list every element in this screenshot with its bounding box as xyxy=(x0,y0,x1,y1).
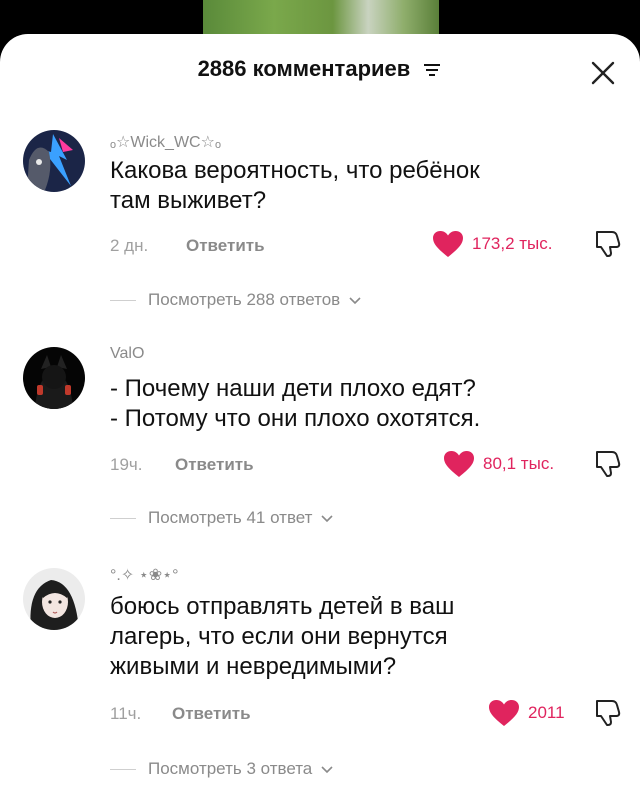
filter-icon[interactable] xyxy=(422,62,442,78)
reply-button[interactable]: Ответить xyxy=(175,455,254,475)
comment-text-line: там выживет? xyxy=(110,187,267,214)
dislike-icon[interactable] xyxy=(592,228,622,258)
comment-text-line: лагерь, что если они вернутся xyxy=(110,623,448,650)
comment-meta: 11ч. Ответить xyxy=(110,704,251,724)
like-button[interactable]: 2011 xyxy=(488,698,565,728)
view-replies-link[interactable]: Посмотреть 288 ответов xyxy=(0,288,640,312)
comment-username[interactable]: °.✧ ⋆❀⋆° xyxy=(110,565,179,585)
comments-count-label: 2886 комментариев xyxy=(197,56,411,81)
avatar[interactable] xyxy=(23,347,85,409)
comment-age: 19ч. xyxy=(110,455,143,474)
comment-text-line: - Потому что они плохо охотятся. xyxy=(110,405,481,432)
view-replies-link[interactable]: Посмотреть 3 ответа xyxy=(0,757,640,781)
close-icon[interactable] xyxy=(590,60,616,86)
comments-count-title[interactable]: 2886 комментариев xyxy=(0,56,640,82)
avatar[interactable] xyxy=(23,130,85,192)
divider xyxy=(110,300,136,301)
like-count: 173,2 тыс. xyxy=(472,234,553,253)
comments-header: 2886 комментариев xyxy=(0,34,640,114)
view-replies-label: Посмотреть 3 ответа xyxy=(148,759,333,779)
comment-meta: 19ч. Ответить xyxy=(110,455,254,475)
reply-button[interactable]: Ответить xyxy=(186,236,265,256)
chevron-down-icon xyxy=(321,766,333,774)
divider xyxy=(110,769,136,770)
heart-icon xyxy=(433,231,463,257)
avatar[interactable] xyxy=(23,568,85,630)
reply-button[interactable]: Ответить xyxy=(172,704,251,724)
comment-text-line: живыми и невредимыми? xyxy=(110,653,397,680)
comment-username[interactable]: ValO xyxy=(110,345,144,363)
comment-age: 11ч. xyxy=(110,704,142,723)
dislike-icon[interactable] xyxy=(592,697,622,727)
like-count: 2011 xyxy=(528,703,565,722)
comment-text-line: Какова вероятность, что ребёнок xyxy=(110,157,480,184)
heart-icon xyxy=(489,700,519,726)
comments-sheet: 2886 комментариев ₒ☆Wick_WC☆ₒ Какова вер… xyxy=(0,34,640,798)
like-count: 80,1 тыс. xyxy=(483,454,555,473)
chevron-down-icon xyxy=(349,297,361,305)
comment-meta: 2 дн. Ответить xyxy=(110,236,265,256)
comment-text: Какова вероятность, что ребёнок там выжи… xyxy=(110,156,610,216)
chevron-down-icon xyxy=(321,515,333,523)
divider xyxy=(110,518,136,519)
view-replies-label: Посмотреть 288 ответов xyxy=(148,290,361,310)
comment-text-line: боюсь отправлять детей в ваш xyxy=(110,593,455,620)
view-replies-link[interactable]: Посмотреть 41 ответ xyxy=(0,506,640,530)
comment-text: - Почему наши дети плохо едят? - Потому … xyxy=(110,374,610,434)
comment-text-line: - Почему наши дети плохо едят? xyxy=(110,375,476,402)
video-thumbnail[interactable] xyxy=(203,0,439,34)
comment-text: боюсь отправлять детей в ваш лагерь, что… xyxy=(110,592,610,682)
heart-icon xyxy=(444,451,474,477)
comment-username[interactable]: ₒ☆Wick_WC☆ₒ xyxy=(110,132,221,152)
dislike-icon[interactable] xyxy=(592,448,622,478)
view-replies-label: Посмотреть 41 ответ xyxy=(148,508,333,528)
like-button[interactable]: 173,2 тыс. xyxy=(432,229,553,259)
comment-age: 2 дн. xyxy=(110,236,149,255)
like-button[interactable]: 80,1 тыс. xyxy=(443,449,554,479)
